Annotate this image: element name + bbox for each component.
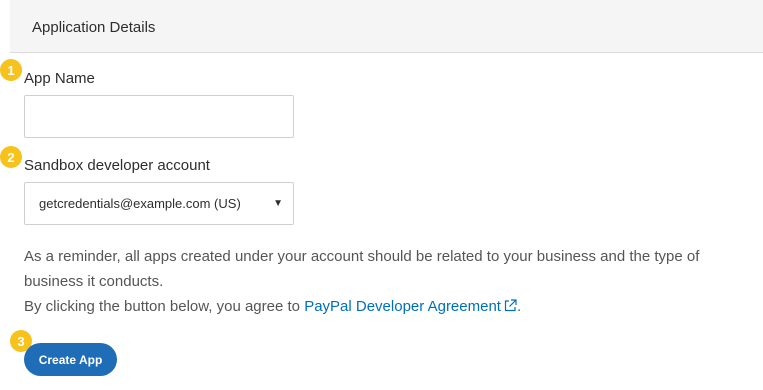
step-badge-1: 1 bbox=[0, 59, 22, 81]
app-name-label: App Name bbox=[24, 70, 95, 87]
paypal-developer-agreement-link[interactable]: PayPal Developer Agreement bbox=[304, 298, 517, 315]
agreement-suffix: . bbox=[516, 298, 522, 315]
agreement-link-label: PayPal Developer Agreement bbox=[304, 298, 501, 315]
app-name-input[interactable] bbox=[24, 95, 294, 138]
external-link-icon bbox=[504, 299, 517, 312]
sandbox-account-select[interactable]: getcredentials@example.com (US) ▼ bbox=[24, 182, 294, 225]
agreement-prefix: By clicking the button below, you agree … bbox=[24, 298, 301, 315]
sandbox-account-label: Sandbox developer account bbox=[24, 157, 210, 174]
panel-header: Application Details bbox=[10, 0, 763, 53]
create-app-button[interactable]: Create App bbox=[24, 343, 117, 376]
agreement-notice: By clicking the button below, you agree … bbox=[24, 298, 521, 315]
reminder-text: As a reminder, all apps created under yo… bbox=[24, 248, 700, 290]
panel-title: Application Details bbox=[32, 19, 156, 36]
dropdown-arrow-icon: ▼ bbox=[273, 198, 283, 209]
step-badge-2: 2 bbox=[0, 146, 22, 168]
sandbox-account-value: getcredentials@example.com (US) bbox=[39, 196, 241, 211]
